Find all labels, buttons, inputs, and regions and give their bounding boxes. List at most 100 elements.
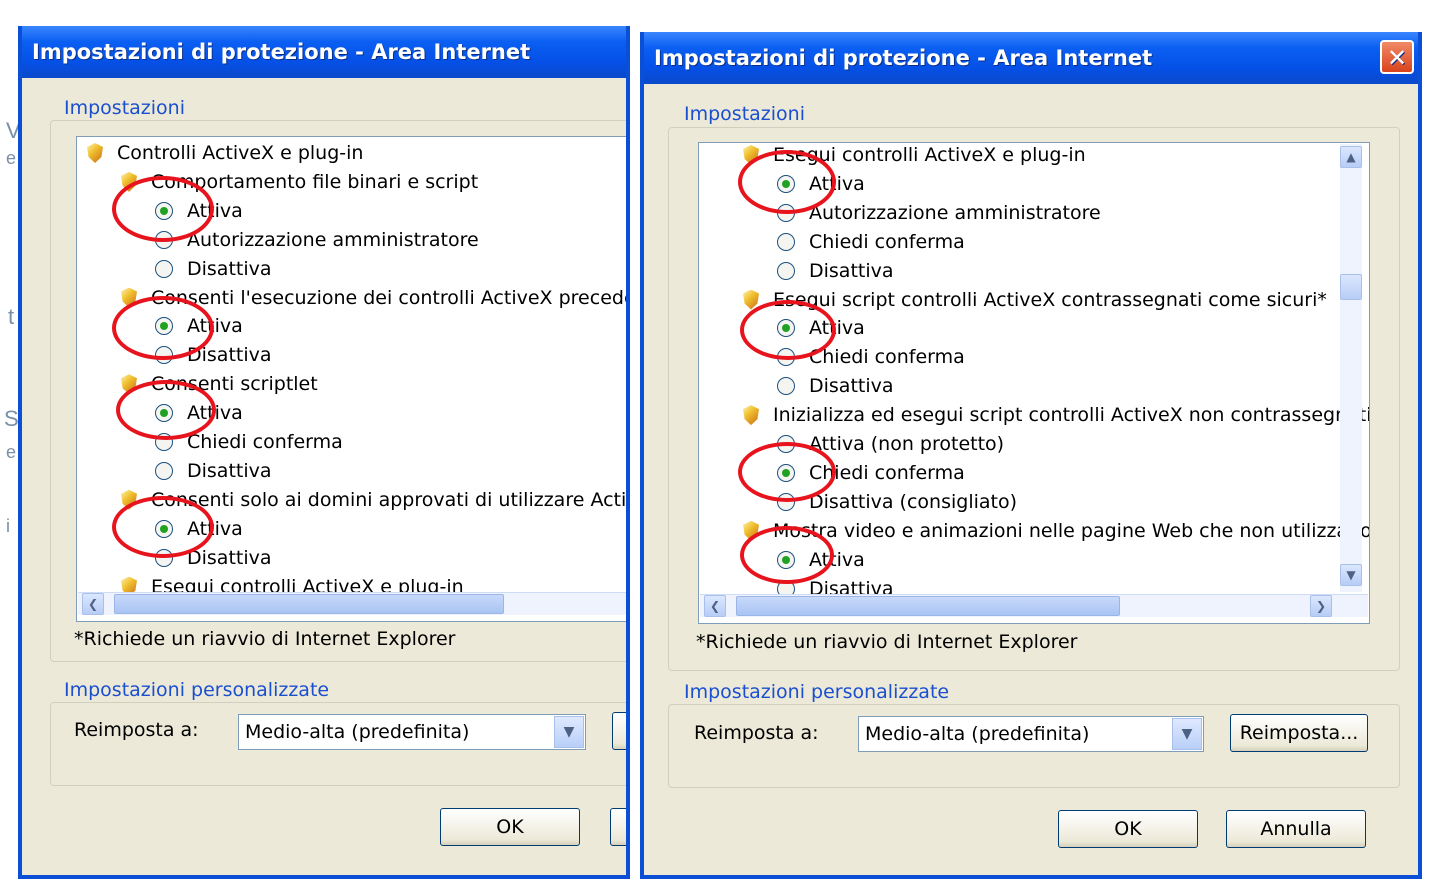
left-horizontal-scrollbar[interactable]: ❮ [78, 592, 626, 615]
security-setting-icon [743, 405, 759, 426]
right-ok-button[interactable]: OK [1058, 810, 1198, 848]
chevron-down-icon[interactable]: ▼ [554, 716, 584, 748]
right-dialog-title: Impostazioni di protezione - Area Intern… [654, 46, 1153, 70]
setting-label: Chiedi conferma [809, 346, 965, 369]
setting-option[interactable]: Attiva [155, 399, 243, 427]
setting-label: Attiva [187, 402, 243, 425]
right-vertical-scrollbar[interactable]: ▲ ▼ [1340, 144, 1362, 592]
radio-unchecked[interactable] [155, 230, 173, 249]
setting-label: Consenti scriptlet [151, 373, 318, 396]
scroll-right-icon[interactable]: ❯ [1310, 595, 1332, 617]
right-reset-button-label: Reimposta... [1239, 722, 1359, 744]
setting-label: Esegui script controlli ActiveX contrass… [773, 288, 1327, 311]
scroll-down-icon[interactable]: ▼ [1340, 564, 1362, 586]
radio-checked[interactable] [155, 519, 173, 538]
radio-unchecked[interactable] [777, 261, 795, 280]
radio-unchecked[interactable] [777, 348, 795, 367]
setting-label: Attiva [187, 517, 243, 540]
setting-option[interactable]: Disattiva [777, 372, 894, 400]
radio-checked[interactable] [155, 404, 173, 423]
radio-unchecked[interactable] [155, 346, 173, 365]
left-scroll-thumb[interactable] [114, 594, 504, 614]
right-scroll-thumb-horizontal[interactable] [736, 596, 1120, 616]
setting-label: Disattiva [187, 459, 272, 482]
setting-category: Mostra video e animazioni nelle pagine W… [743, 517, 1370, 545]
setting-label: Disattiva [187, 257, 272, 280]
setting-option[interactable]: Chiedi conferma [777, 459, 965, 487]
setting-option[interactable]: Disattiva [155, 544, 272, 572]
setting-label: Inizializza ed esegui script controlli A… [773, 404, 1370, 427]
background-fragment: e [6, 442, 17, 462]
radio-checked[interactable] [777, 463, 795, 482]
radio-unchecked[interactable] [155, 433, 173, 451]
radio-unchecked[interactable] [155, 548, 173, 567]
setting-option[interactable]: Autorizzazione amministratore [155, 226, 479, 254]
right-scroll-thumb[interactable] [1340, 274, 1362, 300]
background-fragment: t [8, 304, 15, 329]
scroll-left-icon[interactable]: ❮ [82, 593, 104, 615]
close-icon[interactable]: ✕ [1380, 40, 1414, 74]
right-settings-legend: Impostazioni [680, 103, 809, 125]
radio-checked[interactable] [777, 550, 795, 569]
right-reset-label: Reimposta a: [694, 722, 819, 744]
security-setting-icon [121, 287, 137, 308]
radio-checked[interactable] [777, 319, 795, 338]
radio-unchecked[interactable] [777, 492, 795, 511]
left-custom-legend: Impostazioni personalizzate [60, 679, 334, 701]
left-cancel-button-partial[interactable] [610, 808, 626, 846]
setting-option[interactable]: Chiedi conferma [777, 228, 965, 256]
setting-option[interactable]: Attiva [155, 197, 243, 225]
setting-option[interactable]: Disattiva [155, 457, 272, 485]
radio-unchecked[interactable] [155, 461, 173, 480]
right-title-bar[interactable]: Impostazioni di protezione - Area Intern… [644, 32, 1418, 84]
left-reset-button[interactable]: R [612, 712, 626, 750]
setting-option[interactable]: Disattiva (consigliato) [777, 488, 1017, 516]
right-reset-button[interactable]: Reimposta... [1230, 714, 1368, 752]
right-custom-legend: Impostazioni personalizzate [680, 681, 954, 703]
radio-unchecked[interactable] [777, 203, 795, 222]
setting-label: Chiedi conferma [809, 461, 965, 484]
setting-option[interactable]: Attiva [777, 314, 865, 342]
right-ok-label: OK [1114, 818, 1142, 840]
setting-category: Consenti l'esecuzione dei controlli Acti… [121, 284, 626, 312]
left-ok-label: OK [496, 816, 524, 838]
radio-checked[interactable] [155, 317, 173, 336]
setting-label: Attiva [809, 548, 865, 571]
scroll-left-icon[interactable]: ❮ [704, 595, 726, 617]
left-reset-dropdown[interactable]: Medio-alta (predefinita) ▼ [238, 714, 586, 750]
setting-label: Disattiva (consigliato) [809, 490, 1018, 513]
setting-option[interactable]: Disattiva [777, 257, 894, 285]
setting-option[interactable]: Attiva (non protetto) [777, 430, 1004, 458]
setting-category: Esegui script controlli ActiveX contrass… [743, 286, 1327, 314]
radio-checked[interactable] [777, 174, 795, 193]
security-setting-icon [121, 374, 137, 395]
setting-option[interactable]: Autorizzazione amministratore [777, 199, 1101, 227]
setting-label: Mostra video e animazioni nelle pagine W… [773, 519, 1370, 542]
setting-label: Attiva [809, 172, 865, 195]
setting-option[interactable]: Chiedi conferma [155, 428, 343, 456]
right-reset-dropdown[interactable]: Medio-alta (predefinita) ▼ [858, 716, 1204, 752]
scroll-up-icon[interactable]: ▲ [1340, 146, 1362, 168]
setting-option[interactable]: Attiva [777, 546, 865, 574]
setting-option[interactable]: Chiedi conferma [777, 343, 965, 371]
right-horizontal-scrollbar[interactable]: ❮ ❯ [700, 594, 1368, 617]
radio-unchecked[interactable] [777, 232, 795, 251]
right-cancel-button[interactable]: Annulla [1226, 810, 1366, 848]
radio-unchecked[interactable] [777, 377, 795, 396]
setting-label: Disattiva [187, 546, 272, 569]
setting-option[interactable]: Attiva [155, 312, 243, 340]
left-settings-tree[interactable]: Controlli ActiveX e plug-in Comportamento… [76, 136, 627, 622]
setting-label: Consenti solo ai domini approvati di uti… [151, 488, 627, 511]
right-settings-tree[interactable]: Esegui controlli ActiveX e plug-in Attiva… [698, 142, 1370, 624]
setting-option[interactable]: Disattiva [155, 255, 272, 283]
radio-unchecked[interactable] [777, 435, 795, 453]
setting-option[interactable]: Disattiva [155, 341, 272, 369]
radio-unchecked[interactable] [155, 259, 173, 278]
setting-option[interactable]: Attiva [777, 170, 865, 198]
radio-checked[interactable] [155, 201, 173, 220]
setting-label: Controlli ActiveX e plug-in [117, 142, 364, 164]
left-ok-button[interactable]: OK [440, 808, 580, 846]
left-title-bar[interactable]: Impostazioni di protezione - Area Intern… [22, 26, 626, 78]
chevron-down-icon[interactable]: ▼ [1172, 718, 1202, 750]
setting-option[interactable]: Attiva [155, 515, 243, 543]
